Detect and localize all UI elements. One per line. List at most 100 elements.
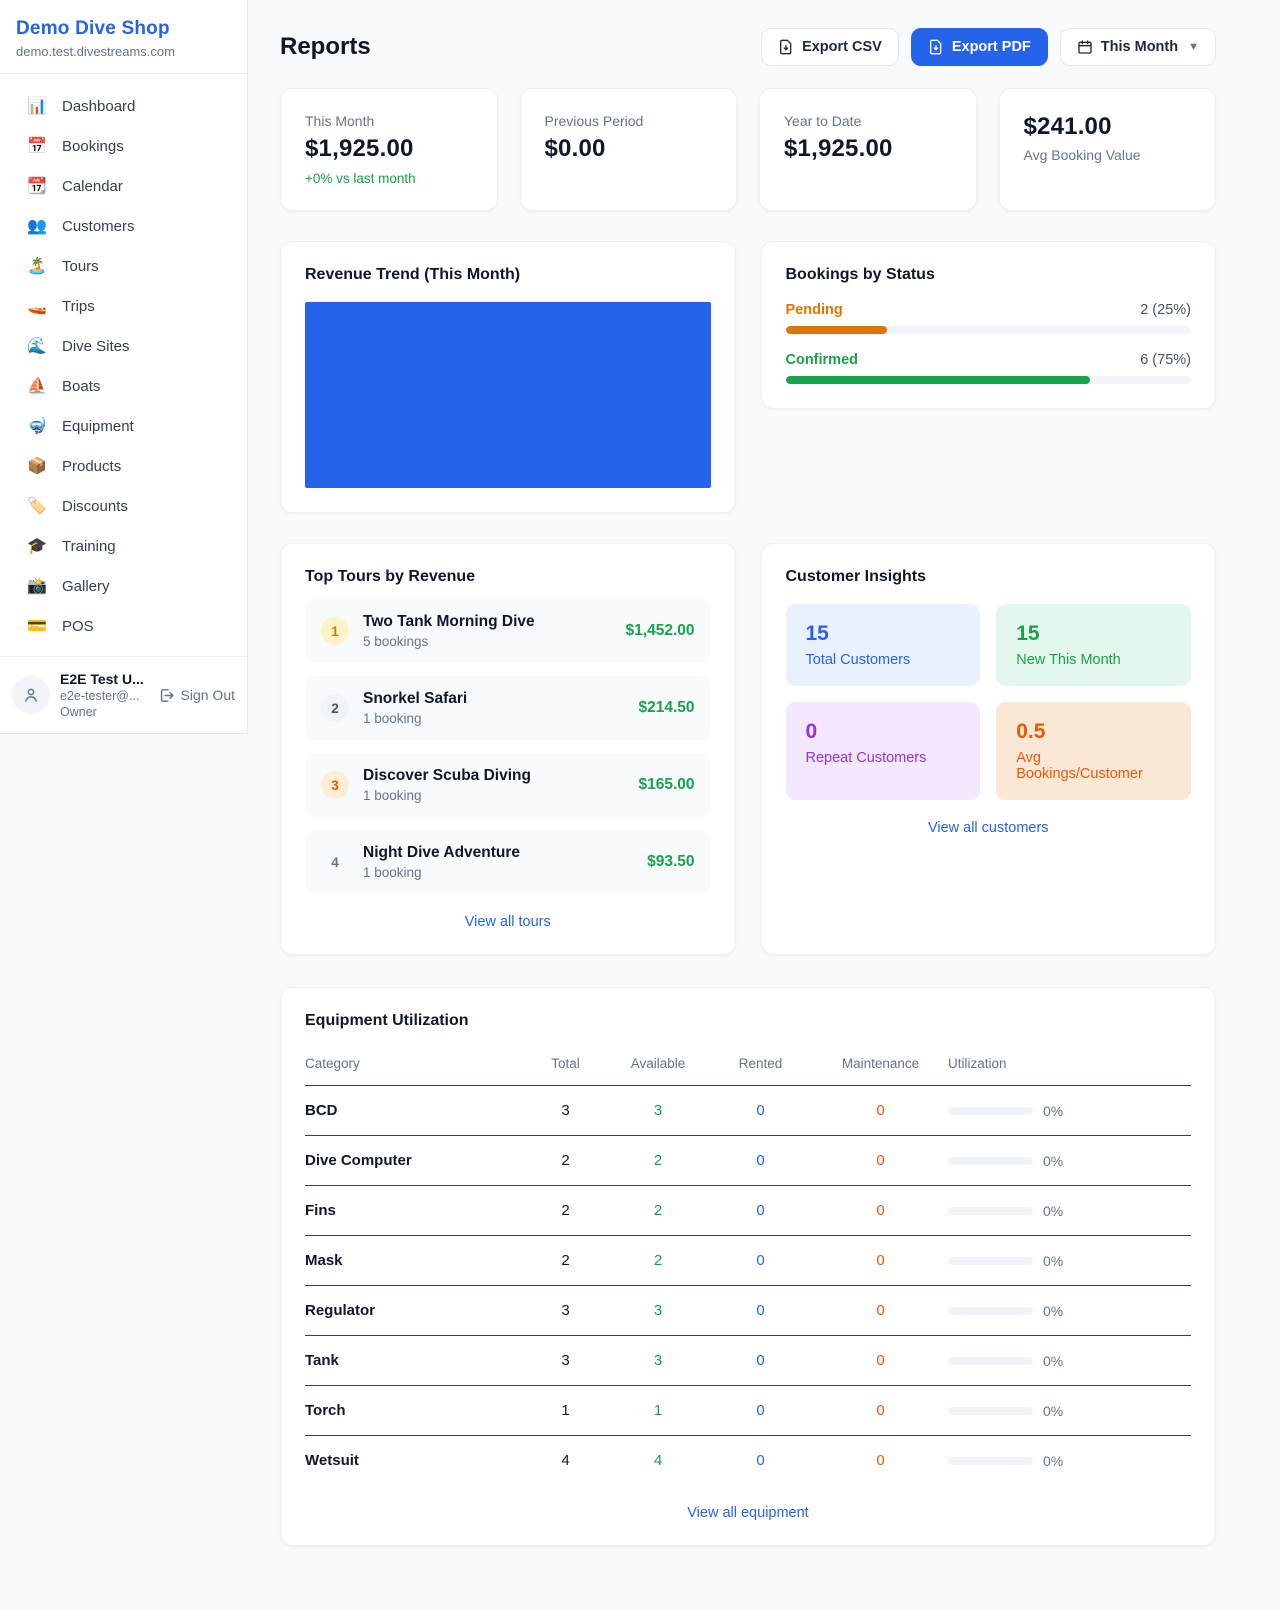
utilization-bar <box>948 1207 1033 1215</box>
tour-row[interactable]: 1 Two Tank Morning Dive 5 bookings $1,45… <box>305 599 711 663</box>
revenue-trend-title: Revenue Trend (This Month) <box>305 266 711 284</box>
sidebar-item-label: Dive Sites <box>62 338 130 355</box>
cell-utilization: 0% <box>948 1236 1191 1286</box>
sidebar-item-gallery[interactable]: 📸 Gallery <box>0 566 247 606</box>
export-csv-button[interactable]: Export CSV <box>761 28 899 66</box>
tour-row[interactable]: 2 Snorkel Safari 1 booking $214.50 <box>305 676 711 740</box>
period-label: This Month <box>1101 39 1178 55</box>
rank-badge: 4 <box>321 848 349 876</box>
sign-out-button[interactable]: Sign Out <box>158 687 235 704</box>
sidebar-item-bookings[interactable]: 📅 Bookings <box>0 126 247 166</box>
table-row: Tank 3 3 0 0 0% <box>305 1336 1191 1386</box>
cell-utilization: 0% <box>948 1336 1191 1386</box>
tour-name: Night Dive Adventure <box>363 844 633 862</box>
utilization-bar <box>948 1107 1033 1115</box>
bar-chart-icon: 📊 <box>26 96 48 116</box>
sidebar-item-label: Trips <box>62 298 95 315</box>
period-dropdown[interactable]: This Month ▼ <box>1060 28 1216 66</box>
sidebar-item-equipment[interactable]: 🤿 Equipment <box>0 406 247 446</box>
column-header-total: Total <box>523 1044 608 1086</box>
cell-rented: 0 <box>708 1236 813 1286</box>
table-row: Mask 2 2 0 0 0% <box>305 1236 1191 1286</box>
top-tours-title: Top Tours by Revenue <box>305 568 711 586</box>
sidebar-item-tours[interactable]: 🏝️ Tours <box>0 246 247 286</box>
utilization-bar <box>948 1457 1033 1465</box>
credit-card-icon: 💳 <box>26 616 48 636</box>
revenue-trend-bar <box>305 302 711 488</box>
top-tours-card: Top Tours by Revenue 1 Two Tank Morning … <box>280 543 736 955</box>
cell-total: 3 <box>523 1336 608 1386</box>
speedboat-icon: 🚤 <box>26 296 48 316</box>
tile-repeat-customers: 0 Repeat Customers <box>786 702 981 800</box>
tile-label: Total Customers <box>806 652 961 668</box>
cell-total: 1 <box>523 1386 608 1436</box>
export-csv-label: Export CSV <box>802 39 882 55</box>
sidebar-item-products[interactable]: 📦 Products <box>0 446 247 486</box>
tour-row[interactable]: 4 Night Dive Adventure 1 booking $93.50 <box>305 830 711 894</box>
cell-rented: 0 <box>708 1136 813 1186</box>
customer-insights-card: Customer Insights 15 Total Customers 15 … <box>761 543 1217 955</box>
table-row: BCD 3 3 0 0 0% <box>305 1086 1191 1136</box>
customer-insights-title: Customer Insights <box>786 568 1192 586</box>
sidebar-item-label: Boats <box>62 378 100 395</box>
stat-value: $1,925.00 <box>784 135 952 163</box>
wave-icon: 🌊 <box>26 336 48 356</box>
tour-name: Snorkel Safari <box>363 690 624 708</box>
status-label: Pending <box>786 302 843 318</box>
tile-value: 0 <box>806 720 961 744</box>
tour-bookings: 5 bookings <box>363 634 612 649</box>
sidebar-item-label: Training <box>62 538 116 555</box>
sidebar-item-trips[interactable]: 🚤 Trips <box>0 286 247 326</box>
utilization-bar <box>948 1407 1033 1415</box>
cell-category: Fins <box>305 1186 523 1236</box>
chevron-down-icon: ▼ <box>1188 41 1199 53</box>
sidebar-nav: 📊 Dashboard 📅 Bookings 📆 Calendar 👥 Cust… <box>0 74 247 656</box>
cell-available: 1 <box>608 1386 708 1436</box>
document-download-icon <box>778 39 794 55</box>
status-row-confirmed: Confirmed 6 (75%) <box>786 352 1192 384</box>
app-layout: Demo Dive Shop demo.test.divestreams.com… <box>0 0 1280 1610</box>
cell-category: Mask <box>305 1236 523 1286</box>
calendar-icon: 📆 <box>26 176 48 196</box>
cell-total: 3 <box>523 1086 608 1136</box>
table-row: Regulator 3 3 0 0 0% <box>305 1286 1191 1336</box>
tour-row[interactable]: 3 Discover Scuba Diving 1 booking $165.0… <box>305 753 711 817</box>
tour-revenue: $93.50 <box>647 853 694 871</box>
tile-label: New This Month <box>1016 652 1171 668</box>
cell-total: 4 <box>523 1436 608 1486</box>
stat-label: This Month <box>305 113 473 129</box>
calendar-date-icon: 📅 <box>26 136 48 156</box>
view-all-tours-link[interactable]: View all tours <box>305 914 711 930</box>
cell-rented: 0 <box>708 1336 813 1386</box>
table-row: Dive Computer 2 2 0 0 0% <box>305 1136 1191 1186</box>
sidebar-item-label: Customers <box>62 218 135 235</box>
stat-card-year-to-date: Year to Date $1,925.00 <box>759 88 977 211</box>
cell-utilization: 0% <box>948 1186 1191 1236</box>
sidebar-item-dive-sites[interactable]: 🌊 Dive Sites <box>0 326 247 366</box>
sidebar-item-discounts[interactable]: 🏷️ Discounts <box>0 486 247 526</box>
cell-rented: 0 <box>708 1286 813 1336</box>
rank-badge: 1 <box>321 617 349 645</box>
sidebar-item-calendar[interactable]: 📆 Calendar <box>0 166 247 206</box>
sidebar-item-boats[interactable]: ⛵ Boats <box>0 366 247 406</box>
brand-block: Demo Dive Shop demo.test.divestreams.com <box>0 0 247 74</box>
dive-mask-icon: 🤿 <box>26 416 48 436</box>
header-actions: Export CSV Export PDF <box>761 28 1216 66</box>
bookings-status-card: Bookings by Status Pending 2 (25%) Confi… <box>761 241 1217 409</box>
tile-value: 0.5 <box>1016 720 1171 744</box>
view-all-equipment-link[interactable]: View all equipment <box>305 1505 1191 1521</box>
sidebar-item-dashboard[interactable]: 📊 Dashboard <box>0 86 247 126</box>
utilization-bar <box>948 1257 1033 1265</box>
view-all-customers-link[interactable]: View all customers <box>786 820 1192 836</box>
sidebar-item-label: Products <box>62 458 121 475</box>
camera-icon: 📸 <box>26 576 48 596</box>
export-pdf-button[interactable]: Export PDF <box>911 28 1048 66</box>
cell-category: Regulator <box>305 1286 523 1336</box>
sidebar-item-customers[interactable]: 👥 Customers <box>0 206 247 246</box>
tour-revenue: $214.50 <box>638 699 694 717</box>
user-role: Owner <box>60 705 148 719</box>
sidebar-item-training[interactable]: 🎓 Training <box>0 526 247 566</box>
status-row-pending: Pending 2 (25%) <box>786 302 1192 334</box>
sidebar-item-pos[interactable]: 💳 POS <box>0 606 247 646</box>
export-pdf-label: Export PDF <box>952 39 1031 55</box>
